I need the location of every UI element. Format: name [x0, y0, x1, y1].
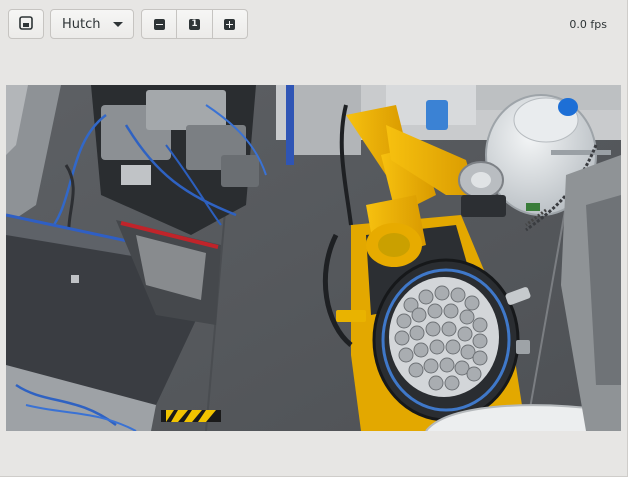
zoom-reset-button[interactable]: 1: [177, 10, 213, 38]
camera-select-value: Hutch: [62, 16, 101, 32]
zoom-in-icon: [224, 18, 236, 30]
zoom-controls: 1: [141, 9, 248, 39]
fps-readout: 0.0 fps: [569, 18, 607, 31]
camera-viewer-window: Hutch 1 0.0 fps: [0, 0, 628, 477]
camera-feed-image: [6, 85, 621, 431]
save-snapshot-icon: [19, 15, 33, 34]
camera-feed-view[interactable]: [6, 85, 621, 431]
camera-select-dropdown[interactable]: Hutch: [50, 9, 134, 39]
zoom-out-icon: [153, 18, 165, 30]
save-snapshot-button[interactable]: [8, 9, 44, 39]
zoom-reset-icon: 1: [188, 18, 200, 30]
zoom-in-button[interactable]: [213, 10, 247, 38]
chevron-down-icon: [113, 22, 123, 27]
zoom-out-button[interactable]: [142, 10, 178, 38]
